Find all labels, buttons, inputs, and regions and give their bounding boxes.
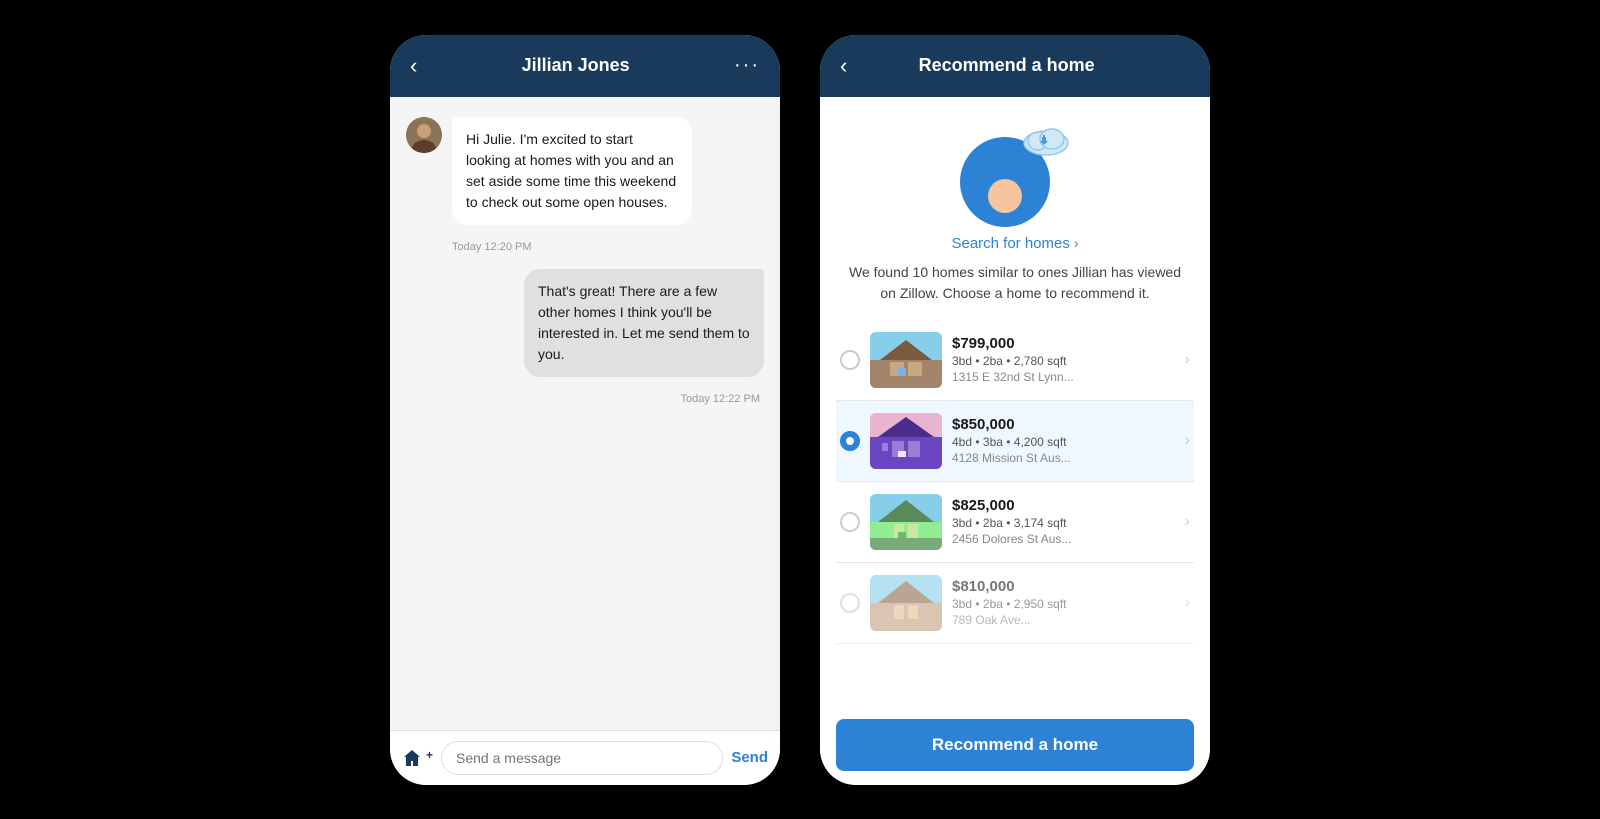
home-details-2: $850,000 4bd • 3ba • 4,200 sqft 4128 Mis… [952,416,1175,465]
search-link-text: Search for homes [951,235,1069,252]
chat-back-button[interactable]: ‹ [410,53,417,79]
home-address-3: 2456 Dolores St Aus... [952,532,1175,546]
home-thumb-4 [870,575,942,631]
home-item-3[interactable]: $825,000 3bd • 2ba • 3,174 sqft 2456 Dol… [836,482,1194,563]
send-button[interactable]: Send [731,749,768,766]
recommend-panel: ‹ Recommend a home Search f [820,35,1210,785]
home-details-3: $825,000 3bd • 2ba • 3,174 sqft 2456 Dol… [952,497,1175,546]
search-for-homes-link[interactable]: Search for homes › [951,235,1078,252]
hero-avatar [960,117,1070,227]
home-thumb-1 [870,332,942,388]
home-radio-4[interactable] [840,593,860,613]
message-row-2: That's great! There are a few other home… [406,269,764,377]
home-thumb-3 [870,494,942,550]
recommend-header: ‹ Recommend a home [820,35,1210,97]
left-phone: ‹ Jillian Jones ··· Hi Julie. I'm excite… [390,35,780,785]
home-thumb-2 [870,413,942,469]
home-radio-3[interactable] [840,512,860,532]
home-specs-4: 3bd • 2ba • 2,950 sqft [952,597,1175,611]
search-link-chevron-icon: › [1074,235,1079,251]
home-chevron-3: › [1185,513,1190,531]
home-specs-1: 3bd • 2ba • 2,780 sqft [952,354,1175,368]
recommend-button[interactable]: Recommend a home [836,719,1194,771]
chat-input-bar: + Send [390,730,780,785]
home-address-4: 789 Oak Ave... [952,613,1175,627]
avatar [406,117,442,153]
home-chevron-2: › [1185,432,1190,450]
home-item-2[interactable]: $850,000 4bd • 3ba • 4,200 sqft 4128 Mis… [836,401,1194,482]
message-row-1: Hi Julie. I'm excited to start looking a… [406,117,764,225]
cloud-icon [1022,117,1070,157]
chat-header-title: Jillian Jones [522,55,630,76]
home-address-2: 4128 Mission St Aus... [952,451,1175,465]
message-input[interactable] [441,741,723,775]
home-chevron-4: › [1185,594,1190,612]
home-list: $799,000 3bd • 2ba • 2,780 sqft 1315 E 3… [836,320,1194,644]
timestamp-2: Today 12:22 PM [406,393,764,405]
home-address-1: 1315 E 32nd St Lynn... [952,370,1175,384]
recommend-body: Search for homes › We found 10 homes sim… [820,97,1210,705]
home-details-4: $810,000 3bd • 2ba • 2,950 sqft 789 Oak … [952,578,1175,627]
recommend-header-title: Recommend a home [919,55,1095,76]
home-chevron-1: › [1185,351,1190,369]
home-details-1: $799,000 3bd • 2ba • 2,780 sqft 1315 E 3… [952,335,1175,384]
chat-body: Hi Julie. I'm excited to start looking a… [390,97,780,730]
home-price-1: $799,000 [952,335,1175,352]
home-item-4[interactable]: $810,000 3bd • 2ba • 2,950 sqft 789 Oak … [836,563,1194,644]
home-specs-2: 4bd • 3ba • 4,200 sqft [952,435,1175,449]
home-price-4: $810,000 [952,578,1175,595]
message-bubble-1: Hi Julie. I'm excited to start looking a… [452,117,692,225]
home-add-button[interactable]: + [402,748,433,768]
home-item-1[interactable]: $799,000 3bd • 2ba • 2,780 sqft 1315 E 3… [836,320,1194,401]
timestamp-1: Today 12:20 PM [406,241,764,253]
chat-more-button[interactable]: ··· [734,54,760,77]
plus-icon: + [426,748,433,762]
home-specs-3: 3bd • 2ba • 3,174 sqft [952,516,1175,530]
home-radio-2[interactable] [840,431,860,451]
chat-header: ‹ Jillian Jones ··· [390,35,780,97]
person-head [988,179,1022,213]
recommend-btn-container: Recommend a home [820,705,1210,785]
home-price-2: $850,000 [952,416,1175,433]
message-bubble-2: That's great! There are a few other home… [524,269,764,377]
recommend-description: We found 10 homes similar to ones Jillia… [836,262,1194,304]
recommend-back-button[interactable]: ‹ [840,53,847,79]
home-radio-1[interactable] [840,350,860,370]
home-price-3: $825,000 [952,497,1175,514]
